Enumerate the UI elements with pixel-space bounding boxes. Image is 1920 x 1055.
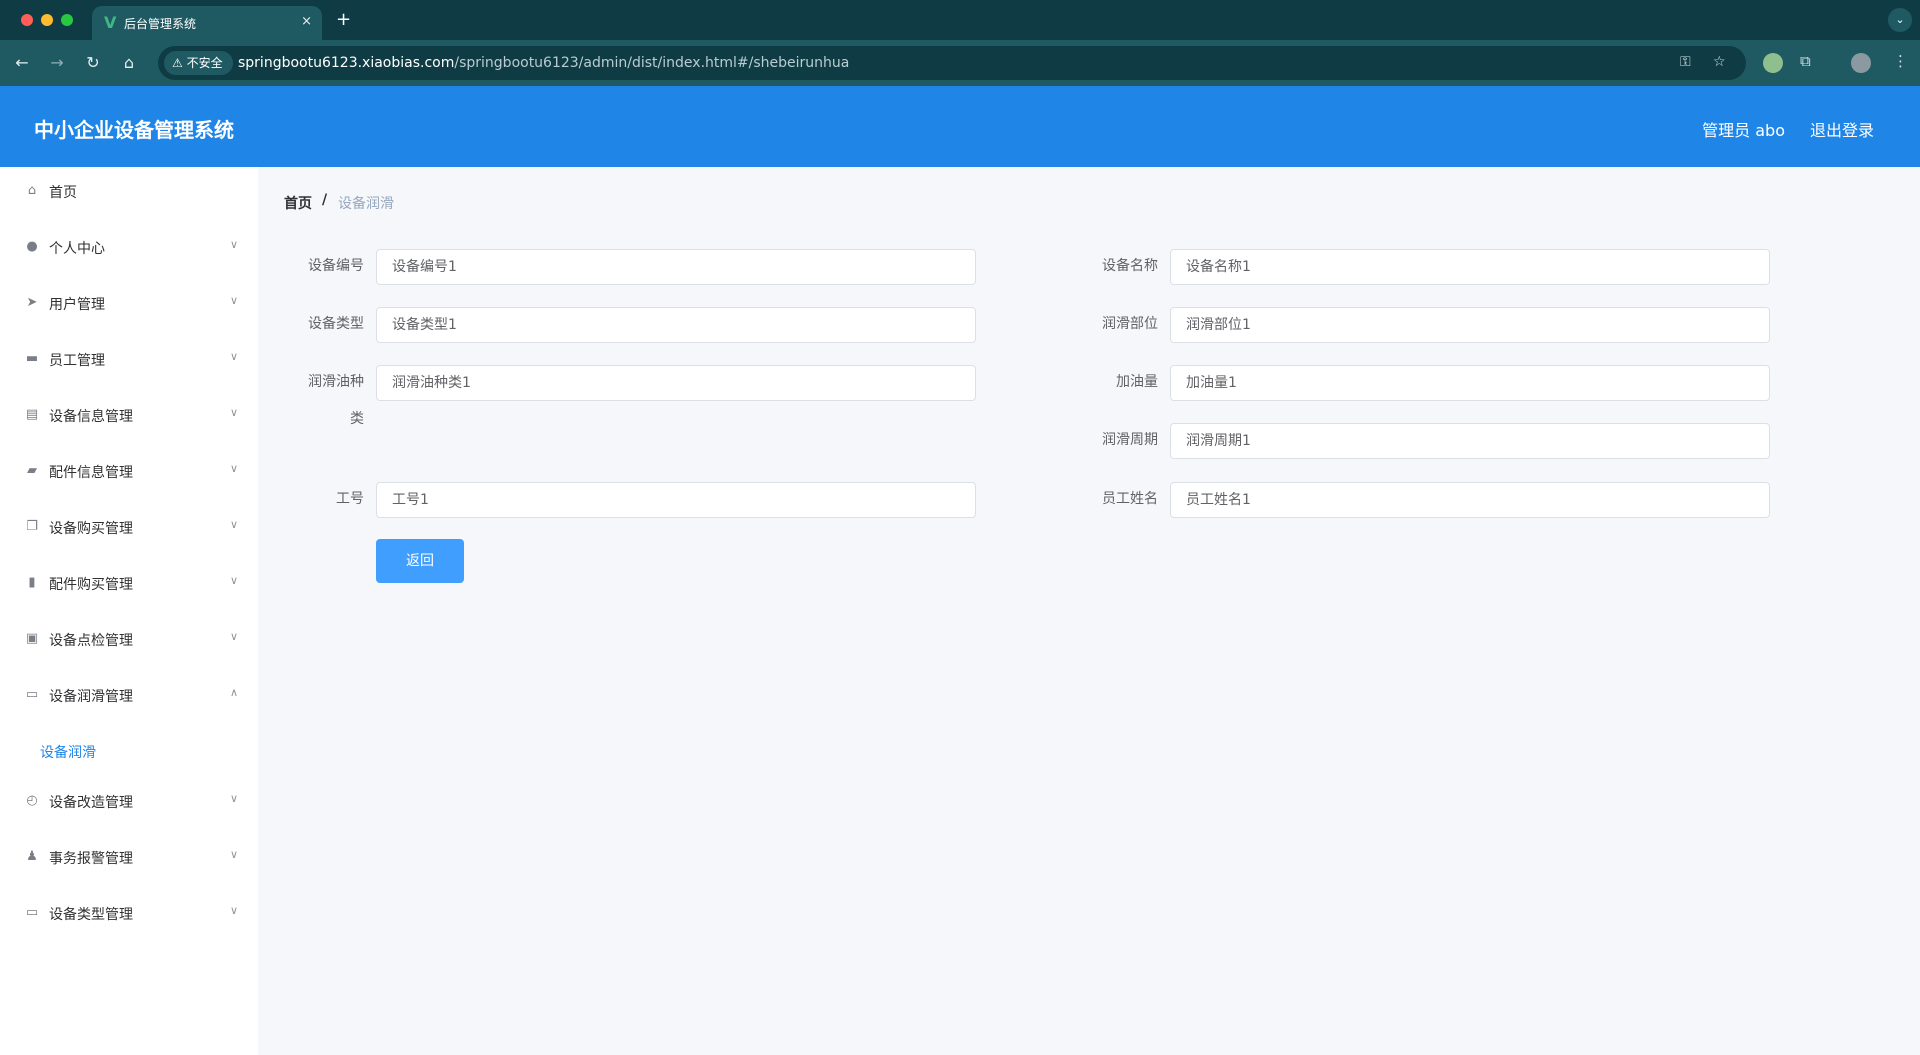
breadcrumb-separator: / — [322, 192, 328, 208]
employee-name-label: 员工姓名 — [1102, 491, 1158, 507]
chevron-down-icon: ∨ — [230, 406, 239, 419]
sidebar-item-parts-info[interactable]: ▰ 配件信息管理 ∨ — [0, 444, 258, 500]
address-bar[interactable]: ⚠ 不安全 springbootu6123.xiaobias.com/sprin… — [158, 46, 1746, 80]
sidebar-item-device-info[interactable]: ▤ 设备信息管理 ∨ — [0, 388, 258, 444]
breadcrumb-home[interactable]: 首页 — [284, 193, 312, 213]
device-type-field[interactable]: 设备类型1 — [376, 307, 976, 343]
sidebar-item-home[interactable]: ⌂ 首页 — [0, 164, 258, 220]
sidebar-item-parts-purchase[interactable]: ▮ 配件购买管理 ∨ — [0, 556, 258, 612]
work-no-field[interactable]: 工号1 — [376, 482, 976, 518]
back-button[interactable]: 返回 — [376, 539, 464, 583]
chevron-down-icon: ∨ — [230, 294, 239, 307]
tab-search-chevron-icon[interactable]: ⌄ — [1888, 8, 1912, 32]
submenu-item-device-lubrication[interactable]: 设备润滑 — [40, 742, 96, 762]
bar-chart-icon: ▮ — [28, 575, 36, 590]
sidebar-item-device-type[interactable]: ▭ 设备类型管理 ∨ — [0, 886, 258, 942]
oil-type-label-line1: 润滑油种 — [308, 374, 364, 390]
breadcrumb-current: 设备润滑 — [338, 196, 394, 212]
extensions-puzzle-icon[interactable]: ⧉ — [1800, 52, 1811, 70]
checklist-icon: ▣ — [25, 631, 39, 646]
monitor-icon: ▬ — [25, 351, 39, 366]
chevron-up-icon: ∧ — [230, 686, 239, 699]
wallet-icon: ▰ — [27, 463, 37, 478]
close-window-button[interactable] — [21, 14, 33, 26]
url-text[interactable]: springbootu6123.xiaobias.com/springbootu… — [238, 55, 849, 71]
insecure-label: 不安全 — [186, 56, 223, 70]
chevron-down-icon: ∨ — [230, 848, 239, 861]
chevron-down-icon: ∨ — [230, 238, 239, 251]
device-no-field[interactable]: 设备编号1 — [376, 249, 976, 285]
oil-amount-field[interactable]: 加油量1 — [1170, 365, 1770, 401]
device-no-label: 设备编号 — [308, 258, 364, 274]
browser-toolbar: ← → ↻ ⌂ ⚠ 不安全 springbootu6123.xiaobias.c… — [0, 40, 1920, 86]
forward-arrow-icon[interactable]: → — [47, 53, 67, 72]
minimize-window-button[interactable] — [41, 14, 53, 26]
app-title: 中小企业设备管理系统 — [34, 118, 234, 142]
sidebar-item-device-lubrication[interactable]: ▭ 设备润滑管理 ∧ — [0, 668, 258, 724]
bookmark-star-icon[interactable]: ☆ — [1713, 54, 1726, 70]
sidebar-item-employee-management[interactable]: ▬ 员工管理 ∨ — [0, 332, 258, 388]
device-type-label: 设备类型 — [308, 316, 364, 332]
sidebar-item-device-purchase[interactable]: ❐ 设备购买管理 ∨ — [0, 500, 258, 556]
chevron-down-icon: ∨ — [230, 350, 239, 363]
chevron-down-icon: ∨ — [230, 462, 239, 475]
oil-type-label-line2: 类 — [350, 411, 364, 427]
security-indicator[interactable]: ⚠ 不安全 — [164, 51, 233, 75]
logout-button[interactable]: 退出登录 — [1810, 117, 1874, 141]
new-tab-button[interactable]: + — [336, 9, 351, 30]
home-icon: ⌂ — [27, 183, 37, 198]
tab-title: 后台管理系统 — [124, 17, 197, 31]
browser-tab[interactable]: V 后台管理系统 × — [92, 6, 322, 40]
sidebar-item-alarm-management[interactable]: ♟ 事务报警管理 ∨ — [0, 830, 258, 886]
clipboard-icon: ▤ — [25, 407, 39, 422]
employee-name-field[interactable]: 员工姓名1 — [1170, 482, 1770, 518]
browser-menu-icon[interactable]: ⋮ — [1893, 52, 1908, 70]
user-icon: ● — [26, 239, 38, 254]
lube-part-label: 润滑部位 — [1102, 316, 1158, 332]
oil-amount-label: 加油量 — [1116, 374, 1158, 390]
chevron-down-icon: ∨ — [230, 904, 239, 917]
back-arrow-icon[interactable]: ← — [12, 53, 32, 72]
app-header: 中小企业设备管理系统 管理员 abo 退出登录 — [0, 86, 1920, 167]
chevron-down-icon: ∨ — [230, 792, 239, 805]
breadcrumb: 首页 / 设备润滑 — [258, 167, 1900, 223]
person-stamp-icon: ♟ — [26, 849, 38, 864]
lube-cycle-label: 润滑周期 — [1102, 432, 1158, 448]
profile-avatar[interactable] — [1851, 53, 1871, 73]
copy-icon: ❐ — [26, 519, 38, 534]
device-name-label: 设备名称 — [1102, 258, 1158, 274]
compass-icon: ◴ — [26, 793, 38, 808]
detail-form-panel — [282, 228, 1892, 610]
lube-cycle-field[interactable]: 润滑周期1 — [1170, 423, 1770, 459]
sidebar-item-device-modification[interactable]: ◴ 设备改造管理 ∨ — [0, 774, 258, 830]
chevron-down-icon: ∨ — [230, 630, 239, 643]
work-no-label: 工号 — [336, 491, 364, 507]
id-card-icon: ▭ — [25, 905, 39, 920]
sidebar-item-device-inspection[interactable]: ▣ 设备点检管理 ∨ — [0, 612, 258, 668]
reload-icon[interactable]: ↻ — [83, 53, 103, 72]
home-button-icon[interactable]: ⌂ — [119, 53, 139, 72]
chat-icon: ▭ — [25, 687, 39, 702]
device-name-field[interactable]: 设备名称1 — [1170, 249, 1770, 285]
oil-type-field[interactable]: 润滑油种类1 — [376, 365, 976, 401]
sidebar: ⌂ 首页 ● 个人中心 ∨ ➤ 用户管理 ∨ ▬ 员工管理 ∨ ▤ 设备信息管理… — [0, 167, 258, 1055]
lube-part-field[interactable]: 润滑部位1 — [1170, 307, 1770, 343]
user-info: 管理员 abo — [1702, 121, 1785, 140]
chevron-down-icon: ∨ — [230, 518, 239, 531]
extension-circle-icon[interactable] — [1763, 53, 1783, 73]
send-icon: ➤ — [26, 295, 38, 310]
vue-logo-icon: V — [104, 13, 117, 32]
chevron-down-icon: ∨ — [230, 574, 239, 587]
sidebar-item-user-management[interactable]: ➤ 用户管理 ∨ — [0, 276, 258, 332]
password-key-icon[interactable]: ⚿ — [1680, 54, 1691, 70]
maximize-window-button[interactable] — [61, 14, 73, 26]
browser-tab-bar: V 后台管理系统 × + ⌄ — [0, 0, 1920, 40]
tab-close-icon[interactable]: × — [301, 14, 312, 29]
sidebar-item-personal-center[interactable]: ● 个人中心 ∨ — [0, 220, 258, 276]
